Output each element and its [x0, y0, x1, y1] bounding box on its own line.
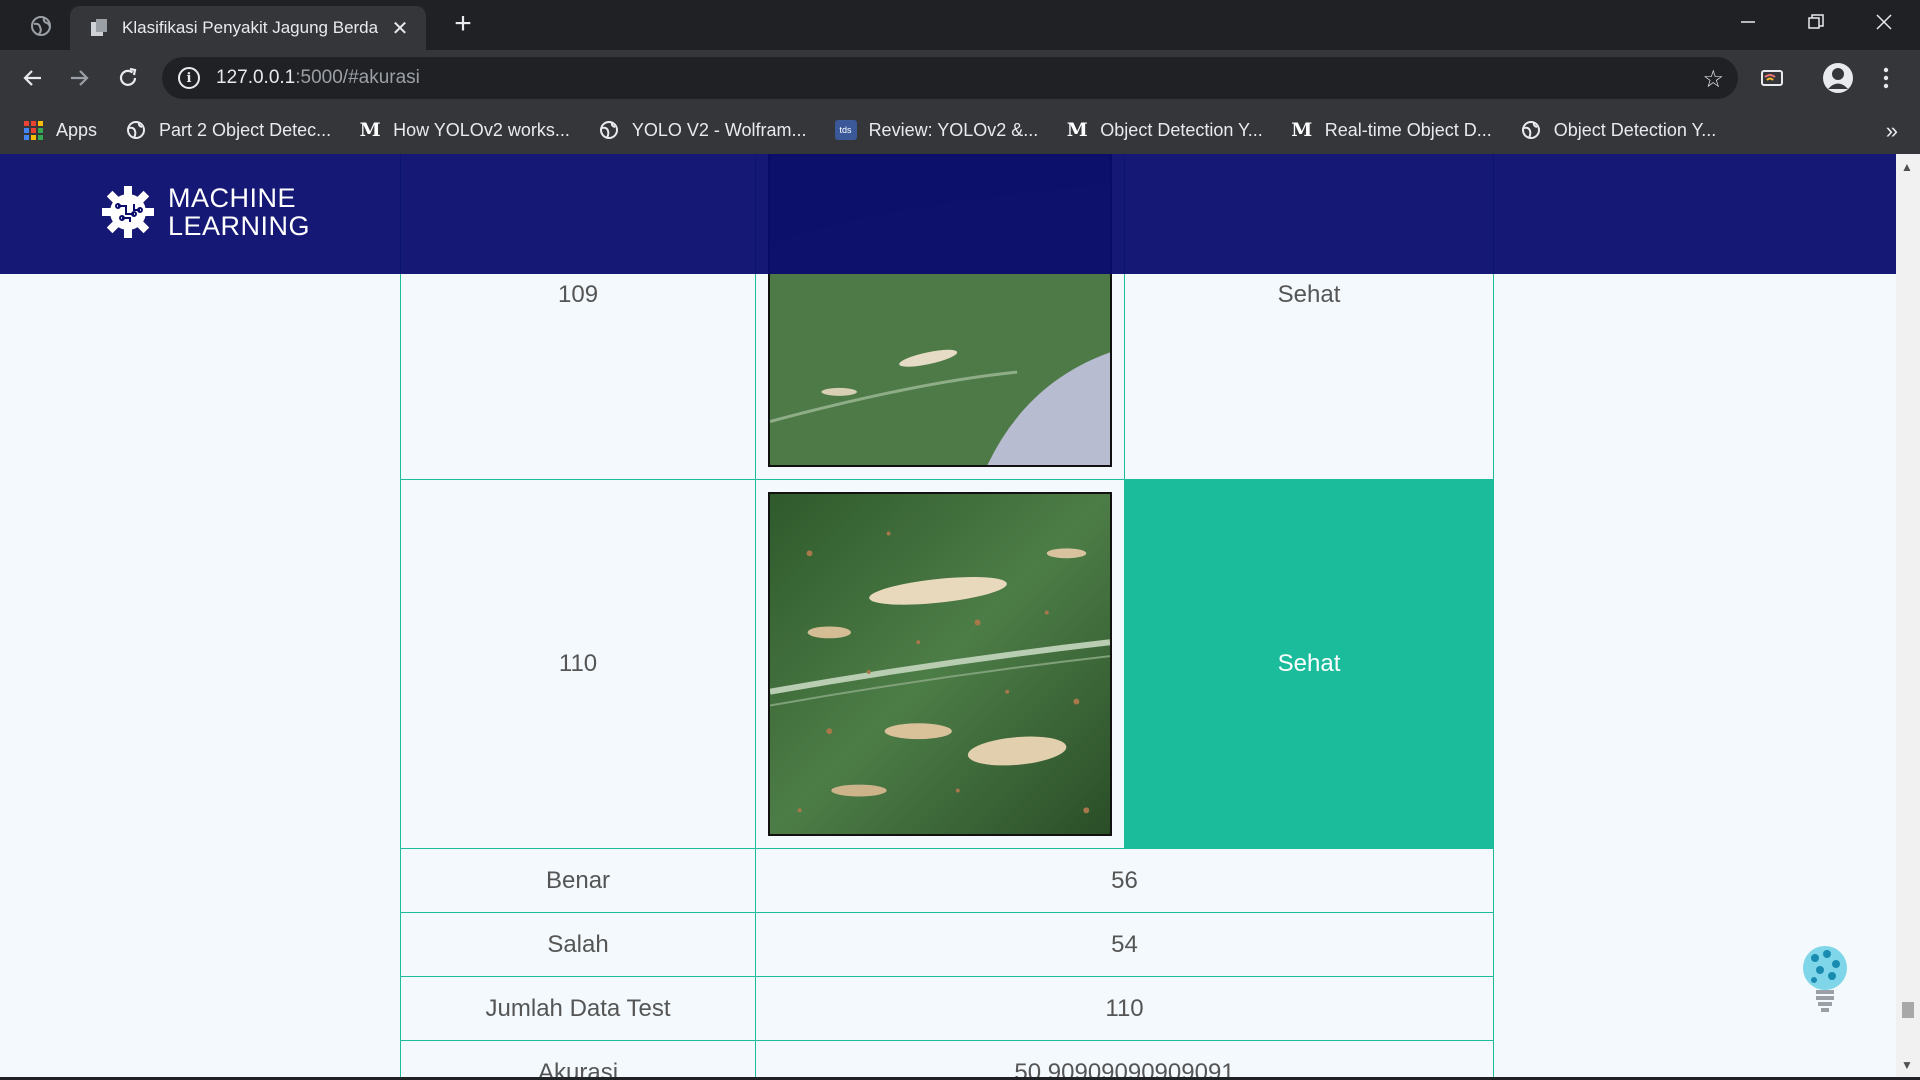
inactive-tab-globe-icon[interactable] — [22, 10, 60, 42]
logo-line-2: LEARNING — [168, 211, 311, 241]
summary-row: Salah 54 — [399, 912, 1494, 977]
bookmark-label: Apps — [56, 119, 98, 140]
summary-value: 56 — [755, 848, 1494, 913]
tds-icon: tds — [834, 120, 857, 140]
cast-icon[interactable] — [1754, 60, 1790, 96]
bookmark-item[interactable]: tds Review: YOLOv2 &... — [834, 119, 1039, 141]
bookmark-item[interactable]: M Real-time Object D... — [1291, 119, 1492, 141]
medium-icon: M — [1066, 119, 1088, 141]
bookmark-label: Object Detection Y... — [1100, 119, 1263, 140]
bookmark-item[interactable]: Part 2 Object Detec... — [125, 119, 331, 141]
scroll-thumb[interactable] — [1902, 1002, 1914, 1018]
bookmark-label: YOLO V2 - Wolfram... — [631, 119, 807, 140]
address-bar[interactable]: i 127.0.0.1:5000/#akurasi ☆ — [162, 57, 1738, 99]
site-info-icon[interactable]: i — [178, 67, 200, 89]
summary-label: Akurasi — [399, 1040, 757, 1080]
bookmark-item[interactable]: YOLO V2 - Wolfram... — [598, 119, 807, 141]
medium-icon: M — [1291, 119, 1313, 141]
active-tab[interactable]: Klasifikasi Penyakit Jagung Berda ✕ — [70, 6, 426, 50]
tab-title: Klasifikasi Penyakit Jagung Berda — [122, 18, 379, 37]
bookmark-label: Review: YOLOv2 &... — [868, 119, 1039, 140]
page-favicon-icon — [91, 19, 107, 36]
bookmark-item[interactable]: Object Detection Y... — [1520, 119, 1716, 141]
globe-icon — [1520, 119, 1542, 141]
page-scrollbar[interactable]: ▲ ▼ — [1896, 154, 1920, 1080]
scroll-up-arrow-icon[interactable]: ▲ — [1901, 160, 1913, 174]
results-table: 109 Sehat 110 Sehat Benar 56 Salah 54 Ju… — [399, 154, 1494, 1080]
apps-grid-icon — [22, 119, 44, 141]
site-header: MACHINE LEARNING — [0, 154, 1896, 274]
bookmark-label: Object Detection Y... — [1553, 119, 1717, 140]
summary-label: Jumlah Data Test — [399, 976, 757, 1041]
tab-strip: Klasifikasi Penyakit Jagung Berda ✕ + — [0, 0, 1920, 50]
menu-kebab-icon[interactable] — [1868, 60, 1904, 96]
table-row: 110 Sehat — [399, 479, 1494, 849]
new-tab-button[interactable]: + — [446, 8, 480, 42]
bookmarks-bar: Apps Part 2 Object Detec... M How YOLOv2… — [0, 106, 1920, 154]
url-text[interactable]: 127.0.0.1:5000/#akurasi — [216, 67, 420, 89]
close-window-button[interactable] — [1850, 0, 1918, 44]
summary-row: Jumlah Data Test 110 — [399, 976, 1494, 1041]
bookmarks-overflow-icon[interactable]: » — [1886, 118, 1898, 144]
bookmark-label: How YOLOv2 works... — [393, 119, 570, 140]
bookmark-item[interactable]: M How YOLOv2 works... — [359, 119, 570, 141]
forward-button[interactable] — [62, 60, 98, 96]
reload-button[interactable] — [110, 60, 146, 96]
tab-close-icon[interactable]: ✕ — [388, 16, 412, 41]
restore-button[interactable] — [1782, 0, 1850, 44]
result-cell: Sehat — [1124, 479, 1494, 849]
row-number: 110 — [399, 479, 757, 849]
bookmark-star-icon[interactable]: ☆ — [1702, 65, 1724, 94]
bookmark-apps[interactable]: Apps — [22, 119, 97, 141]
page-viewport: 109 Sehat 110 Sehat Benar 56 Salah 54 Ju… — [0, 154, 1896, 1080]
summary-label: Benar — [399, 848, 757, 913]
logo-line-1: MACHINE — [168, 183, 297, 213]
profile-avatar[interactable] — [1820, 60, 1856, 96]
summary-label: Salah — [399, 912, 757, 977]
globe-icon — [125, 119, 147, 141]
summary-value: 54 — [755, 912, 1494, 977]
summary-row: Akurasi 50.90909090909091 — [399, 1040, 1494, 1080]
logo-text: MACHINE LEARNING — [168, 184, 310, 240]
summary-row: Benar 56 — [399, 848, 1494, 913]
gear-brain-icon — [102, 186, 154, 238]
site-logo[interactable]: MACHINE LEARNING — [100, 184, 310, 240]
browser-toolbar: i 127.0.0.1:5000/#akurasi ☆ — [0, 50, 1920, 106]
minimize-button[interactable] — [1714, 0, 1782, 44]
leaf-image-cell — [755, 479, 1126, 849]
back-button[interactable] — [14, 60, 50, 96]
summary-value: 110 — [755, 976, 1494, 1041]
bookmark-label: Real-time Object D... — [1324, 119, 1492, 140]
bookmark-item[interactable]: M Object Detection Y... — [1066, 119, 1263, 141]
summary-value: 50.90909090909091 — [755, 1040, 1494, 1080]
medium-icon: M — [359, 119, 381, 141]
scroll-down-arrow-icon[interactable]: ▼ — [1901, 1058, 1913, 1072]
bookmark-label: Part 2 Object Detec... — [159, 119, 332, 140]
lightbulb-icon[interactable] — [1800, 942, 1850, 1019]
leaf-image — [768, 492, 1113, 836]
globe-icon — [598, 119, 620, 141]
